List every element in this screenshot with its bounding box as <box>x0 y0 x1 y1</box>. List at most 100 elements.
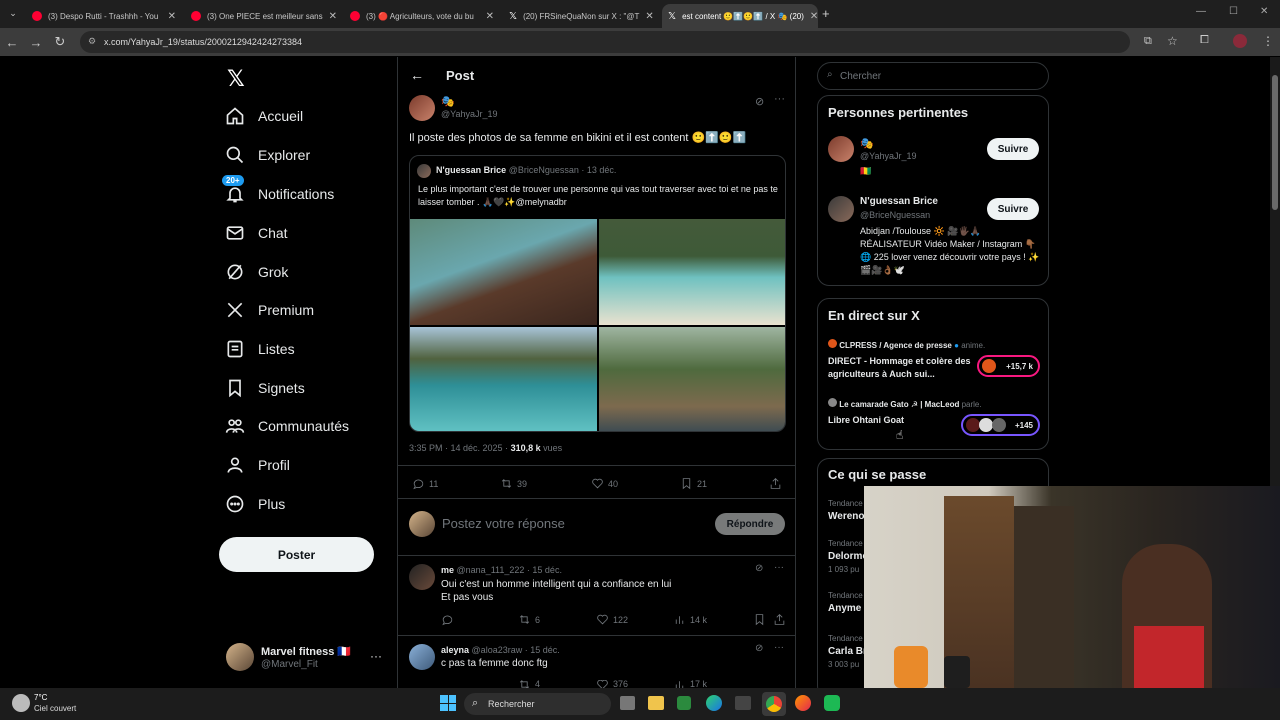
more-horizontal-icon[interactable]: ··· <box>774 642 784 653</box>
edge-icon[interactable] <box>706 695 722 711</box>
maximize-button[interactable]: ☐ <box>1229 6 1238 17</box>
live-item[interactable]: Le camarade Gato ☭ | MacLeod parle. <box>828 398 982 409</box>
nav-more[interactable]: Plus <box>224 489 285 519</box>
reply-avatar[interactable] <box>409 564 435 590</box>
close-icon[interactable]: ✕ <box>329 11 337 22</box>
reload-icon[interactable]: ↻ <box>48 34 72 50</box>
chrome-active-indicator[interactable] <box>762 692 786 716</box>
reply-avatar[interactable] <box>409 644 435 670</box>
nav-profile[interactable]: Profil <box>224 450 290 480</box>
author-avatar[interactable] <box>409 95 435 121</box>
author-handle[interactable]: @YahyaJr_19 <box>441 109 498 119</box>
live-item[interactable]: CLPRESS / Agence de presse ● anime. <box>828 339 985 350</box>
grok-icon[interactable]: ⊘ <box>755 95 764 108</box>
address-bar[interactable]: ⚙ x.com/YahyaJr_19/status/20002129424242… <box>80 31 1130 53</box>
photo-1[interactable] <box>410 219 597 325</box>
nav-home[interactable]: Accueil <box>224 101 303 131</box>
person-name[interactable]: 🎭 <box>860 137 874 150</box>
reply-input[interactable]: Postez votre réponse <box>442 516 565 531</box>
more-horizontal-icon[interactable]: ··· <box>774 562 784 573</box>
weather-temp[interactable]: 7°C <box>34 693 47 702</box>
windows-start-icon[interactable] <box>440 695 456 711</box>
search-input[interactable]: ⌕ Chercher <box>817 62 1049 90</box>
bookmark-button[interactable]: 21 <box>680 477 707 490</box>
back-icon[interactable]: ← <box>0 35 24 50</box>
trend-item[interactable]: Tendance Carla Br 3 003 pu <box>828 634 867 669</box>
like-button[interactable]: 122 <box>596 613 628 626</box>
trend-item[interactable]: Tendance Anyme <box>828 591 863 614</box>
tab-list-button[interactable]: ⌄ <box>6 8 20 22</box>
nav-explore[interactable]: Explorer <box>224 140 310 170</box>
menu-icon[interactable]: ⋮ <box>1262 34 1274 48</box>
grok-icon[interactable]: ⊘ <box>755 643 763 654</box>
like-button[interactable]: 40 <box>591 477 618 490</box>
minimize-button[interactable]: — <box>1196 6 1206 17</box>
tab-youtube-1[interactable]: (3) Despo Rutti - Trashhh - You ✕ <box>26 4 182 28</box>
tab-youtube-2[interactable]: (3) One PIECE est meilleur sans ✕ <box>185 4 341 28</box>
nav-grok[interactable]: Grok <box>224 257 288 287</box>
app-icon[interactable] <box>824 695 840 711</box>
follow-button[interactable]: Suivre <box>987 198 1039 220</box>
grok-icon[interactable]: ⊘ <box>755 563 763 574</box>
repost-button[interactable]: 39 <box>500 477 527 490</box>
weather-desc[interactable]: Ciel couvert <box>34 704 76 713</box>
quoted-post[interactable]: N'guessan Brice @BriceNguessan · 13 déc.… <box>409 155 786 432</box>
person-name[interactable]: N'guessan Brice <box>860 196 938 207</box>
reply-item[interactable]: aleyna @aloa23raw · 15 déc. ⊘ ··· c pas … <box>398 636 796 688</box>
forward-icon[interactable]: → <box>24 35 48 50</box>
live-listeners-pill[interactable]: +15,7 k <box>977 355 1040 377</box>
repost-button[interactable]: 4 <box>518 680 540 688</box>
tab-x-active[interactable]: 𝕏 est content 🙂⬆️🙂⬆️ / X 🎭 (20) ✕ <box>662 4 818 28</box>
repost-button[interactable]: 6 <box>518 613 540 626</box>
nav-premium[interactable]: Premium <box>224 295 314 325</box>
firefox-icon[interactable] <box>795 695 811 711</box>
share-button[interactable] <box>769 477 782 490</box>
close-icon[interactable]: ✕ <box>810 11 818 22</box>
task-view-icon[interactable] <box>620 696 635 710</box>
weather-icon[interactable] <box>12 694 30 712</box>
profile-avatar[interactable] <box>1233 34 1247 48</box>
bookmark-button[interactable] <box>753 613 766 626</box>
install-app-icon[interactable]: ⧉ <box>1144 35 1152 48</box>
share-button[interactable] <box>773 613 786 626</box>
photo-3[interactable] <box>410 327 597 431</box>
like-button[interactable]: 376 <box>596 680 628 688</box>
live-title[interactable]: DIRECT - Hommage et colère des agriculte… <box>828 355 973 381</box>
close-icon[interactable]: ✕ <box>486 11 494 22</box>
close-icon[interactable]: ✕ <box>168 11 176 22</box>
close-icon[interactable]: ✕ <box>645 11 653 22</box>
account-switcher[interactable]: Marvel fitness 🇫🇷 @Marvel_Fit ··· <box>226 643 382 671</box>
tab-youtube-3[interactable]: (3) 🔴 Agriculteurs, vote du bu ✕ <box>344 4 500 28</box>
nvidia-icon[interactable] <box>677 696 691 710</box>
trend-item[interactable]: Tendance Wereno <box>828 499 865 522</box>
photo-2[interactable] <box>599 219 785 325</box>
store-icon[interactable] <box>735 696 751 710</box>
live-title[interactable]: Libre Ohtani Goat <box>828 415 904 425</box>
more-horizontal-icon[interactable]: ··· <box>774 93 785 105</box>
extensions-icon[interactable]: ⧠ <box>1200 34 1209 47</box>
reply-submit-button[interactable]: Répondre <box>715 513 785 535</box>
views-button[interactable]: 14 k <box>673 613 707 626</box>
reply-item[interactable]: me @nana_111_222 · 15 déc. ⊘ ··· Oui c'e… <box>398 556 796 636</box>
site-info-icon[interactable]: ⚙ <box>88 36 96 47</box>
follow-button[interactable]: Suivre <box>987 138 1039 160</box>
scrollbar-thumb[interactable] <box>1272 75 1278 210</box>
back-arrow-icon[interactable]: ← <box>410 67 424 83</box>
nav-communities[interactable]: Communautés <box>224 411 349 441</box>
post-button[interactable]: Poster <box>219 537 374 572</box>
close-window-button[interactable]: ✕ <box>1260 6 1268 17</box>
avatar[interactable] <box>828 136 854 162</box>
live-listeners-pill[interactable]: +145 <box>961 414 1040 436</box>
bookmark-star-icon[interactable]: ☆ <box>1167 34 1178 48</box>
nav-chat[interactable]: Chat <box>224 218 288 248</box>
nav-notifications[interactable]: 20+ Notifications <box>222 175 334 209</box>
avatar[interactable] <box>828 196 854 222</box>
nav-lists[interactable]: Listes <box>224 334 295 364</box>
file-explorer-icon[interactable] <box>648 696 664 710</box>
trend-item[interactable]: Tendance Delorme 1 093 pu <box>828 539 868 574</box>
more-horizontal-icon[interactable]: ··· <box>370 649 382 663</box>
reply-button[interactable]: 11 <box>412 477 438 490</box>
author-name[interactable]: 🎭 <box>441 95 455 108</box>
new-tab-button[interactable]: + <box>822 6 830 21</box>
nav-bookmarks[interactable]: Signets <box>224 373 305 403</box>
